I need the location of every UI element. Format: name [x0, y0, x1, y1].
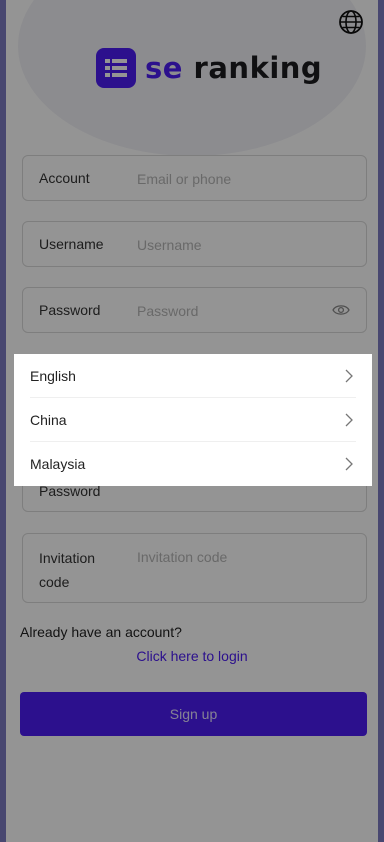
language-option-english[interactable]: English: [30, 354, 356, 398]
language-option-label: China: [30, 412, 67, 428]
language-popup: English China Malaysia: [14, 354, 372, 486]
chevron-right-icon: [345, 369, 353, 383]
language-option-label: Malaysia: [30, 456, 86, 472]
language-option-malaysia[interactable]: Malaysia: [30, 442, 356, 486]
language-option-china[interactable]: China: [30, 398, 356, 442]
chevron-right-icon: [345, 413, 353, 427]
language-option-label: English: [30, 368, 76, 384]
chevron-right-icon: [345, 457, 353, 471]
